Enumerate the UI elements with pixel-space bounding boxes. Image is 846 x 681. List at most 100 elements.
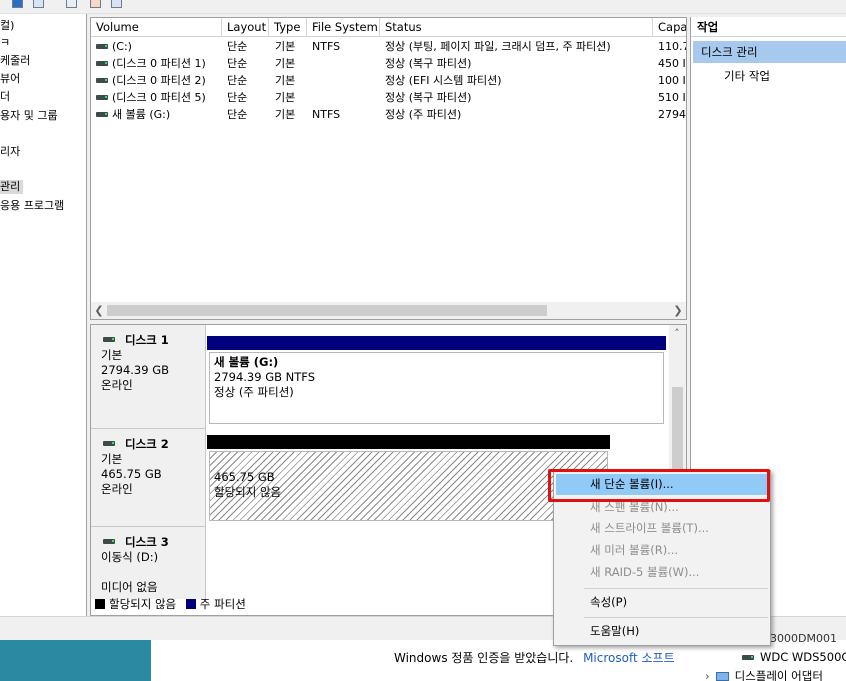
tree-item-label: 관리 bbox=[0, 180, 21, 193]
disk-size: 465.75 GB bbox=[101, 467, 162, 481]
tree-item[interactable]: 리자 bbox=[0, 145, 20, 159]
disk-info[interactable]: 디스크 3 이동식 (D:) 미디어 없음 bbox=[91, 527, 206, 599]
volume-cell: (C:) bbox=[112, 40, 132, 53]
layout-cell: 단순 bbox=[227, 91, 248, 104]
fs-cell: NTFS bbox=[312, 40, 341, 53]
capacity-cell: 100 I bbox=[658, 74, 686, 87]
unallocated-bar bbox=[207, 435, 610, 449]
legend-swatch-unallocated bbox=[95, 599, 105, 609]
disk-name-label: 디스크 3 bbox=[125, 535, 169, 549]
scroll-left-icon[interactable]: ❮ bbox=[91, 302, 107, 319]
tree-item[interactable]: 응용 프로그램 bbox=[0, 199, 64, 213]
column-header-capacity[interactable]: Capa bbox=[653, 18, 686, 37]
menu-item-help[interactable]: 도움말(H) bbox=[556, 621, 768, 642]
menu-item-properties[interactable]: 속성(P) bbox=[556, 592, 768, 613]
monitor-icon bbox=[715, 672, 729, 681]
capacity-cell: 450 I bbox=[658, 57, 686, 70]
disk-info[interactable]: 디스크 1 기본 2794.39 GB 온라인 bbox=[91, 325, 206, 429]
device-category[interactable]: › 디스플레이 어댑터 bbox=[705, 668, 823, 681]
column-header-status[interactable]: Status bbox=[380, 18, 653, 37]
status-cell: 정상 (부팅, 페이지 파일, 크래시 덤프, 주 파티션) bbox=[385, 40, 611, 53]
partition-primary[interactable]: 새 볼륨 (G:) 2794.39 GB NTFS 정상 (주 파티션) bbox=[207, 336, 666, 424]
disk-state: 온라인 bbox=[101, 378, 133, 392]
toolbar bbox=[0, 0, 846, 14]
legend-unallocated: 할당되지 않음 bbox=[109, 597, 177, 611]
status-cell: 정상 (주 파티션) bbox=[385, 108, 462, 121]
drive-icon bbox=[96, 78, 108, 83]
disk-icon bbox=[103, 337, 115, 342]
disk-spacer bbox=[101, 565, 205, 580]
list-header: Volume Layout Type File System Status Ca… bbox=[91, 18, 686, 37]
tree-item[interactable]: 컬) bbox=[0, 19, 14, 33]
more-actions-link[interactable]: 기타 작업 bbox=[724, 68, 770, 84]
device-item[interactable]: WDC WDS500G bbox=[742, 650, 846, 664]
table-row[interactable]: 새 볼륨 (G:) 단순 기본 NTFS 정상 (주 파티션) 2794 bbox=[91, 106, 686, 123]
view-icon[interactable] bbox=[33, 0, 44, 8]
actions-title: 작업 bbox=[691, 17, 846, 37]
properties-icon[interactable] bbox=[111, 0, 122, 8]
drive-icon bbox=[742, 655, 754, 660]
type-cell: 기본 bbox=[275, 74, 296, 87]
expand-chevron-icon[interactable]: › bbox=[705, 669, 710, 681]
horizontal-scrollbar[interactable]: ❮ ❯ bbox=[91, 302, 686, 319]
fs-cell: NTFS bbox=[312, 108, 341, 121]
scroll-right-icon[interactable]: ❯ bbox=[670, 302, 686, 319]
device-label: WDC WDS500G bbox=[760, 650, 846, 664]
table-row[interactable]: (C:) 단순 기본 NTFS 정상 (부팅, 페이지 파일, 크래시 덤프, … bbox=[91, 38, 686, 55]
scroll-thumb[interactable] bbox=[107, 305, 547, 316]
disk-name: 디스크 2 bbox=[101, 437, 205, 452]
menu-item-new-striped-volume: 새 스트라이프 볼륨(T)... bbox=[590, 521, 709, 535]
partition-status: 정상 (주 파티션) bbox=[214, 385, 294, 399]
partition-body: 465.75 GB 할당되지 않음 bbox=[209, 451, 608, 521]
check-icon[interactable] bbox=[90, 0, 101, 8]
tree-item[interactable]: 케줄러 bbox=[0, 54, 30, 68]
actions-section-disk-management[interactable]: 디스크 관리 bbox=[693, 41, 846, 63]
table-row[interactable]: (디스크 0 파티션 1) 단순 기본 정상 (복구 파티션) 450 I bbox=[91, 55, 686, 72]
column-header-volume[interactable]: Volume bbox=[91, 18, 222, 37]
table-row[interactable]: (디스크 0 파티션 2) 단순 기본 정상 (EFI 시스템 파티션) 100… bbox=[91, 72, 686, 89]
context-menu: 새 단순 볼륨(I)... 새 스팬 볼륨(N)... 새 스트라이프 볼륨(T… bbox=[553, 470, 771, 646]
disk-info[interactable]: 디스크 2 기본 465.75 GB 온라인 bbox=[91, 429, 206, 527]
table-row[interactable]: (디스크 0 파티션 5) 단순 기본 정상 (복구 파티션) 510 I bbox=[91, 89, 686, 106]
type-cell: 기본 bbox=[275, 91, 296, 104]
partition-unallocated[interactable]: 465.75 GB 할당되지 않음 bbox=[207, 435, 610, 521]
partition-size: 2794.39 GB NTFS bbox=[214, 370, 316, 384]
column-header-file-system[interactable]: File System bbox=[307, 18, 380, 37]
legend-swatch-primary bbox=[185, 599, 196, 609]
volume-cell: (디스크 0 파티션 1) bbox=[112, 57, 206, 70]
disk-name: 디스크 1 bbox=[101, 333, 205, 348]
menu-item-new-simple-volume[interactable]: 새 단순 볼륨(I)... bbox=[556, 474, 768, 495]
tree-item-disk-management[interactable]: 관리 bbox=[0, 180, 24, 194]
tree-item[interactable]: 용자 및 그룹 bbox=[0, 109, 58, 123]
activation-text: Windows 정품 인증을 받았습니다. bbox=[394, 651, 574, 665]
drive-icon bbox=[96, 112, 108, 117]
menu-separator bbox=[584, 588, 768, 589]
drive-icon bbox=[96, 95, 108, 100]
desktop-background bbox=[0, 640, 151, 681]
drive-icon bbox=[96, 61, 108, 66]
column-header-layout[interactable]: Layout bbox=[222, 18, 269, 37]
partition-size: 465.75 GB bbox=[214, 470, 275, 484]
layout-cell: 단순 bbox=[227, 74, 248, 87]
disk-kind: 이동식 (D:) bbox=[101, 550, 159, 564]
help-icon[interactable] bbox=[12, 0, 23, 8]
capacity-cell: 2794 bbox=[658, 108, 686, 121]
tree-item[interactable]: 더 bbox=[0, 90, 10, 104]
menu-item-new-mirrored-volume: 새 미러 볼륨(R)... bbox=[590, 543, 679, 557]
type-cell: 기본 bbox=[275, 108, 296, 121]
disk-kind: 기본 bbox=[101, 348, 123, 362]
volume-cell: (디스크 0 파티션 2) bbox=[112, 74, 206, 87]
menu-item-new-raid5-volume: 새 RAID-5 볼륨(W)... bbox=[590, 565, 700, 579]
tree-item[interactable]: 뷰어 bbox=[0, 72, 20, 86]
tree-item-label: ㅋ bbox=[0, 36, 11, 49]
tree-item-label: 더 bbox=[0, 90, 11, 103]
status-cell: 정상 (복구 파티션) bbox=[385, 57, 472, 70]
connect-icon[interactable] bbox=[66, 0, 77, 8]
tree-item-label: 케줄러 bbox=[0, 54, 31, 67]
device-category-label: 디스플레이 어댑터 bbox=[734, 669, 823, 681]
tree-item[interactable]: ㅋ bbox=[0, 36, 10, 50]
volume-cell: (디스크 0 파티션 5) bbox=[112, 91, 206, 104]
scroll-up-icon[interactable]: ˄ bbox=[669, 325, 685, 342]
column-header-type[interactable]: Type bbox=[269, 18, 307, 37]
activation-link[interactable]: Microsoft 소프트 bbox=[583, 651, 675, 665]
